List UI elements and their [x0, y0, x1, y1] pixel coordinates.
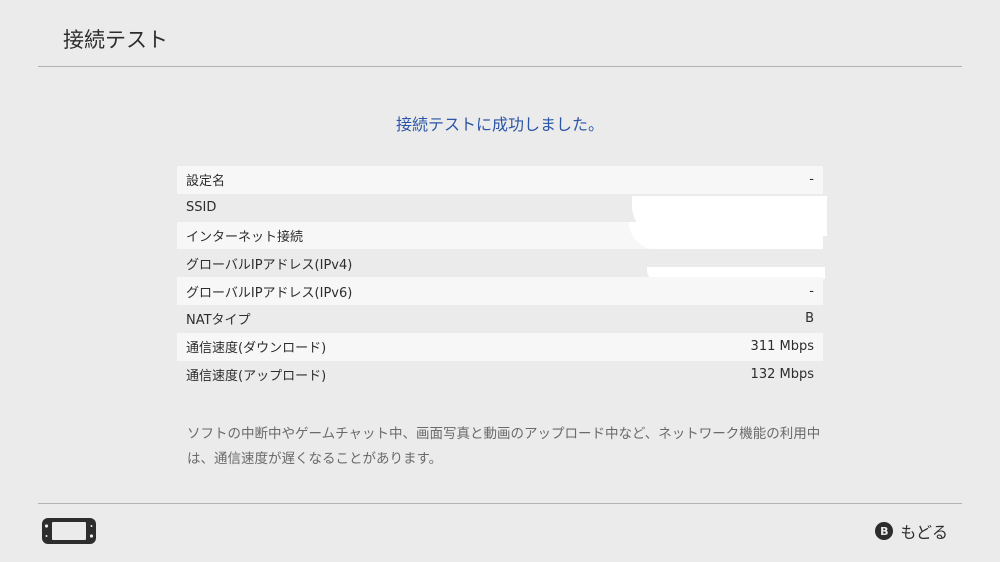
row-value: - [809, 283, 814, 299]
b-button-icon: B [875, 522, 894, 540]
success-message: 接続テストに成功しました。 [395, 115, 604, 134]
table-row: 設定名 - [177, 166, 823, 194]
back-button[interactable]: B もどる [875, 519, 948, 543]
handheld-console-icon [41, 517, 97, 545]
row-label: SSID [186, 200, 217, 216]
redacted-value [629, 221, 823, 250]
row-label: 設定名 [186, 174, 226, 190]
row-label: 通信速度(アップロード) [186, 368, 327, 384]
header-divider [38, 66, 962, 67]
row-label: インターネット接続 [186, 229, 304, 245]
row-label: グローバルIPアドレス(IPv4) [186, 257, 353, 273]
table-row: 通信速度(ダウンロード) 311 Mbps [177, 332, 823, 361]
row-label: グローバルIPアドレス(IPv6) [186, 285, 353, 301]
row-label: NATタイプ [186, 313, 251, 329]
network-note: ソフトの中断中やゲームチャット中、画面写真と動画のアップロード中など、ネットワー… [187, 426, 821, 467]
table-row: グローバルIPアドレス(IPv4) [177, 249, 825, 280]
row-value: B [805, 311, 814, 327]
table-row: 通信速度(アップロード) 132 Mbps [177, 360, 823, 389]
row-value: 311 Mbps [750, 339, 814, 355]
back-label: もどる [900, 523, 948, 542]
info-table: 設定名 - SSID インターネット接続 グローバルIPアドレス(IPv4) グ… [177, 166, 827, 389]
page-title: 接続テスト [63, 28, 168, 52]
row-value: - [809, 172, 814, 188]
table-row: SSID [177, 193, 827, 236]
table-row: NATタイプ B [177, 304, 823, 333]
table-row: インターネット接続 [177, 221, 823, 250]
row-label: 通信速度(ダウンロード) [186, 341, 327, 357]
table-row: グローバルIPアドレス(IPv6) - [177, 277, 823, 305]
footer-divider [38, 503, 962, 504]
row-value: 132 Mbps [750, 366, 814, 382]
